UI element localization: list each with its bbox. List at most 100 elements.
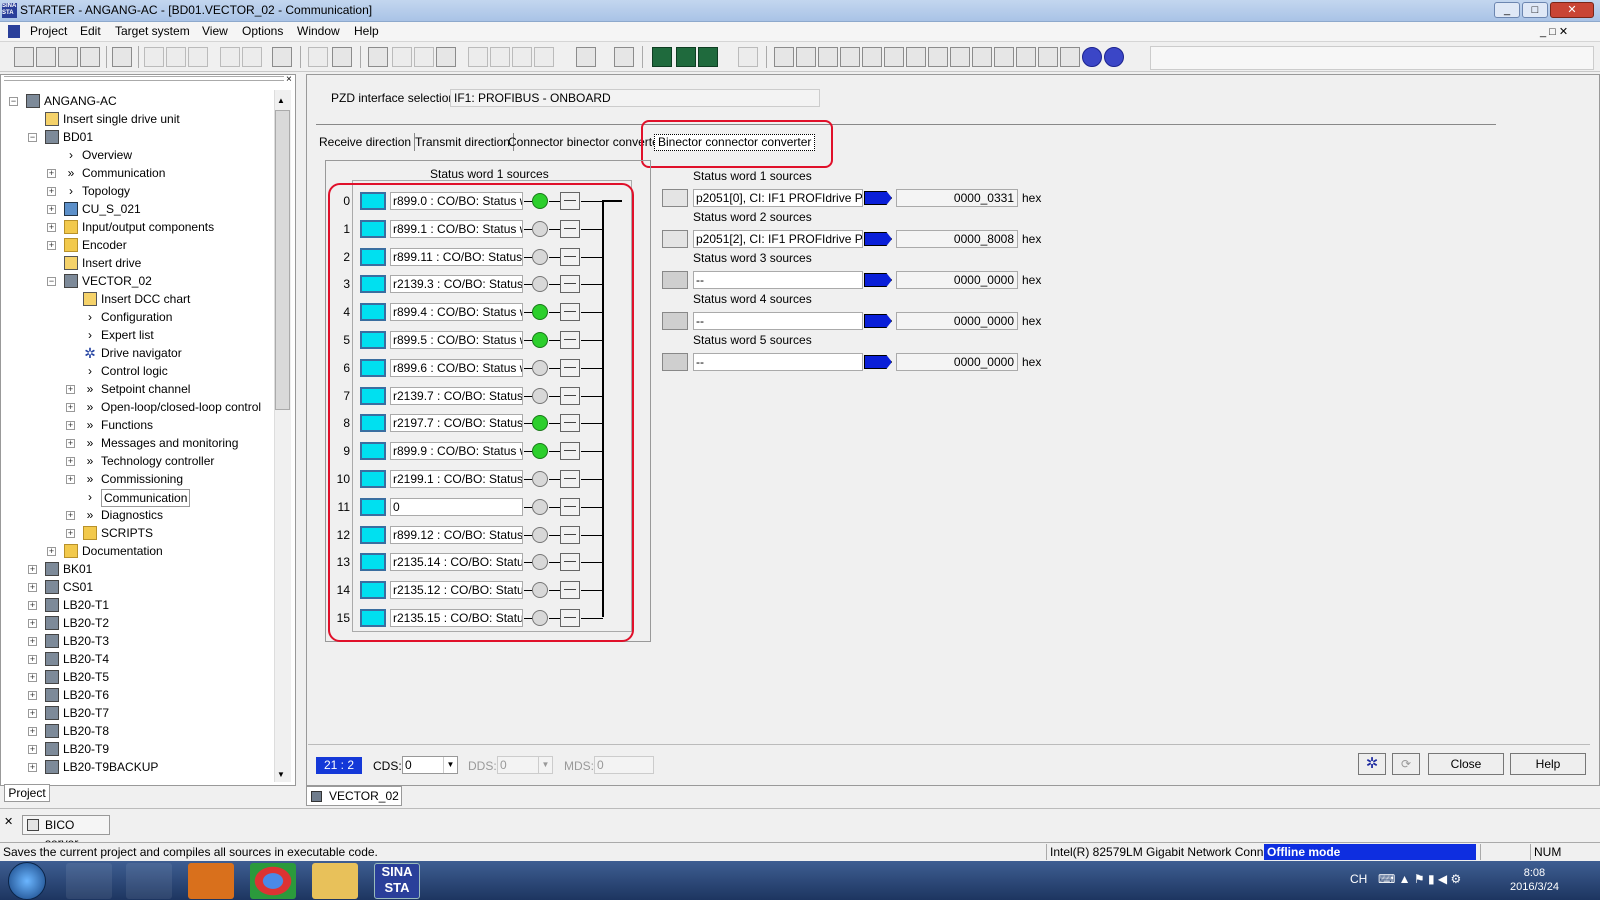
expand-icon[interactable]: + [66,529,75,538]
panel-grip[interactable] [4,76,284,81]
accessible-nodes-icon[interactable] [614,47,634,67]
curve-a-icon[interactable] [906,47,926,67]
menu-edit[interactable]: Edit [80,24,101,38]
tab-transmit-direction[interactable]: Transmit direction [412,133,514,151]
redo-icon[interactable] [242,47,262,67]
tray-icons[interactable]: ⌨ ▲ ⚑ ▮ ◀ ⚙ [1378,872,1461,886]
expand-icon[interactable]: + [47,547,56,556]
expand-icon[interactable]: + [28,565,37,574]
close-window-button[interactable]: ✕ [1550,2,1594,18]
cut-icon[interactable] [144,47,164,67]
status-word-source-field[interactable]: p2051[0], CI: IF1 PROFIdrive PZD [693,189,863,207]
taskbar-app-starter[interactable]: SINA STA [374,863,420,899]
menu-target-system[interactable]: Target system [115,24,190,38]
expand-icon[interactable]: + [28,655,37,664]
motor-n-icon[interactable] [1104,47,1124,67]
language-indicator[interactable]: CH [1350,872,1367,886]
tool-d-icon[interactable] [534,47,554,67]
trace-icon[interactable] [652,47,672,67]
status-word-connector-icon[interactable] [662,230,688,248]
limit-icon[interactable] [994,47,1014,67]
cds-select[interactable]: 0 ▼ [402,756,458,774]
expand-icon[interactable]: + [66,421,75,430]
expert-icon[interactable] [332,47,352,67]
expand-icon[interactable]: + [66,439,75,448]
bar-icon[interactable] [1016,47,1036,67]
save-compile-icon[interactable] [80,47,100,67]
help-pointer-icon[interactable] [272,47,292,67]
panel-close-icon[interactable]: × [286,74,292,85]
mdi-controls[interactable]: _ □ ✕ [1540,25,1568,38]
status-word-connector-icon[interactable] [662,312,688,330]
list-icon[interactable] [774,47,794,67]
expand-icon[interactable]: + [28,745,37,754]
signal-icon[interactable] [818,47,838,67]
taskbar-app-paint[interactable] [66,863,112,899]
upload-icon[interactable] [414,47,434,67]
taskbar-app-calculator[interactable] [126,863,172,899]
save-icon[interactable] [58,47,78,67]
menu-project[interactable]: Project [30,24,67,38]
download-icon[interactable] [392,47,412,67]
bico-close-icon[interactable]: ✕ [4,815,13,828]
expand-icon[interactable]: + [28,727,37,736]
delete-icon[interactable] [308,47,328,67]
clock[interactable]: 8:08 2016/3/24 [1510,866,1559,894]
expand-icon[interactable]: + [28,691,37,700]
tool-b-icon[interactable] [490,47,510,67]
print-icon[interactable] [112,47,132,67]
scroll-down-icon[interactable]: ▼ [277,770,285,779]
menu-window[interactable]: Window [297,24,340,38]
collapse-icon[interactable]: − [9,97,18,106]
taskbar-app-explorer[interactable] [312,863,358,899]
switch-icon[interactable] [884,47,904,67]
tool-c-icon[interactable] [512,47,532,67]
curve-b-icon[interactable] [928,47,948,67]
status-word-connector-icon[interactable] [662,189,688,207]
expand-icon[interactable]: + [66,511,75,520]
motor-m-icon[interactable] [1082,47,1102,67]
config-icon[interactable] [576,47,596,67]
tool-a-icon[interactable] [468,47,488,67]
tree-scrollbar-thumb[interactable] [275,110,290,410]
paste-icon[interactable] [188,47,208,67]
oscilloscope-icon[interactable] [698,47,718,67]
expand-icon[interactable]: + [47,187,56,196]
start-button[interactable] [8,862,46,900]
minimize-button[interactable]: _ [1494,2,1520,18]
help-button[interactable]: Help [1510,753,1586,775]
close-button[interactable]: Close [1428,753,1504,775]
block-icon[interactable] [972,47,992,67]
chart-icon[interactable] [1038,47,1058,67]
expand-icon[interactable]: + [47,205,56,214]
expand-icon[interactable]: + [28,637,37,646]
menu-view[interactable]: View [202,24,228,38]
expand-icon[interactable]: + [47,223,56,232]
undo-icon[interactable] [220,47,240,67]
taskbar-app-chrome[interactable] [250,863,296,899]
menu-help[interactable]: Help [354,24,379,38]
expand-icon[interactable]: + [66,475,75,484]
expand-icon[interactable]: + [66,457,75,466]
expand-icon[interactable]: + [66,385,75,394]
status-word-connector-icon[interactable] [662,271,688,289]
tab-receive-direction[interactable]: Receive direction [316,133,416,151]
expand-icon[interactable]: + [47,241,56,250]
scroll-up-icon[interactable]: ▲ [277,96,285,105]
status-word-source-field[interactable]: -- [693,353,863,371]
grid-icon[interactable] [738,47,758,67]
collapse-icon[interactable]: − [47,277,56,286]
gear-icon[interactable] [796,47,816,67]
ramp-icon[interactable] [862,47,882,67]
collapse-icon[interactable]: − [28,133,37,142]
status-word-connector-icon[interactable] [662,353,688,371]
copy-icon[interactable] [166,47,186,67]
status-word-source-field[interactable]: -- [693,312,863,330]
curve-c-icon[interactable] [950,47,970,67]
pzd-interface-field[interactable]: IF1: PROFIBUS - ONBOARD [450,89,820,107]
taskbar-app-outlook[interactable] [188,863,234,899]
expand-icon[interactable]: + [28,583,37,592]
expand-icon[interactable]: + [28,709,37,718]
open-icon[interactable] [36,47,56,67]
status-word-source-field[interactable]: -- [693,271,863,289]
